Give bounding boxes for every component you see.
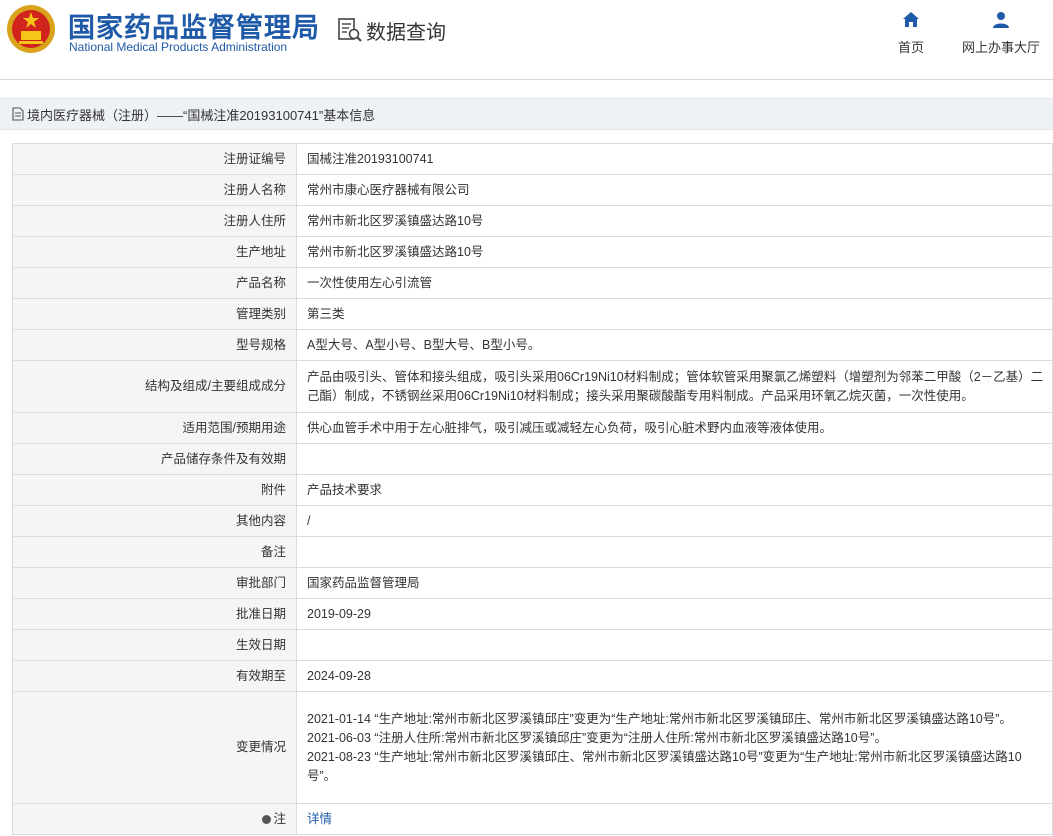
- nav-home-label: 首页: [898, 40, 925, 55]
- row-label: 结构及组成/主要组成成分: [12, 360, 297, 413]
- table-row: 产品储存条件及有效期: [12, 443, 1053, 475]
- note-label-cell: 注: [12, 803, 297, 835]
- row-value: 国械注准20193100741: [296, 143, 1053, 175]
- row-value: 国家药品监督管理局: [296, 567, 1053, 599]
- row-label: 注册人住所: [12, 205, 297, 237]
- row-value: 2019-09-29: [296, 598, 1053, 630]
- row-label: 备注: [12, 536, 297, 568]
- row-value: 产品技术要求: [296, 474, 1053, 506]
- row-value: [296, 443, 1053, 475]
- table-row: 其他内容 /: [12, 505, 1053, 537]
- table-row: 附件 产品技术要求: [12, 474, 1053, 506]
- table-row: 变更情况 2021-01-14 “生产地址:常州市新北区罗溪镇邱庄”变更为“生产…: [12, 691, 1053, 804]
- row-value: 常州市新北区罗溪镇盛达路10号: [296, 236, 1053, 268]
- nav-office-label: 网上办事大厅: [962, 40, 1041, 55]
- row-value: 常州市康心医疗器械有限公司: [296, 174, 1053, 206]
- dot-icon: [262, 814, 272, 824]
- nav-online-office[interactable]: 网上办事大厅: [962, 10, 1040, 56]
- row-value: 详情: [296, 803, 1053, 835]
- national-emblem-icon: [7, 5, 55, 53]
- change-history: 2021-01-14 “生产地址:常州市新北区罗溪镇邱庄”变更为“生产地址:常州…: [296, 691, 1053, 804]
- device-info-table: 注册证编号 国械注准20193100741 注册人名称 常州市康心医疗器械有限公司 …: [12, 143, 1053, 835]
- row-value: [296, 629, 1053, 661]
- row-label: 批准日期: [12, 598, 297, 630]
- site-header: 国家药品监督管理局 National Medical Products Admi…: [0, 0, 1053, 80]
- table-row: 有效期至 2024-09-28: [12, 660, 1053, 692]
- row-value: 产品由吸引头、管体和接头组成，吸引头采用06Cr19Ni10材料制成；管体软管采…: [296, 360, 1053, 413]
- row-value: A型大号、A型小号、B型大号、B型小号。: [296, 329, 1053, 361]
- row-label: 其他内容: [12, 505, 297, 537]
- section-title: 境内医疗器械（注册）——“国械注准20193100741”基本信息: [27, 107, 376, 123]
- user-icon: [993, 12, 1009, 28]
- table-row: 结构及组成/主要组成成分 产品由吸引头、管体和接头组成，吸引头采用06Cr19Ni…: [12, 360, 1053, 413]
- table-row: 注册人住所 常州市新北区罗溪镇盛达路10号: [12, 205, 1053, 237]
- row-value: 一次性使用左心引流管: [296, 267, 1053, 299]
- row-label: 变更情况: [12, 691, 297, 804]
- table-row: 生产地址 常州市新北区罗溪镇盛达路10号: [12, 236, 1053, 268]
- row-label: 附件: [12, 474, 297, 506]
- section-title-bar: 境内医疗器械（注册）——“国械注准20193100741”基本信息: [0, 98, 1053, 130]
- row-label: 审批部门: [12, 567, 297, 599]
- row-value: /: [296, 505, 1053, 537]
- change-item: 2021-06-03 “注册人住所:常州市新北区罗溪镇邱庄”变更为“注册人住所:…: [307, 730, 887, 745]
- data-query-link[interactable]: 数据查询: [336, 16, 446, 44]
- row-label: 产品储存条件及有效期: [12, 443, 297, 475]
- row-label: 生产地址: [12, 236, 297, 268]
- row-label: 适用范围/预期用途: [12, 412, 297, 444]
- row-value: 2024-09-28: [296, 660, 1053, 692]
- note-label: 注: [273, 811, 286, 826]
- row-value: 供心血管手术中用于左心脏排气，吸引减压或减轻左心负荷，吸引心脏术野内血液等液体使…: [296, 412, 1053, 444]
- row-label: 有效期至: [12, 660, 297, 692]
- row-label: 管理类别: [12, 298, 297, 330]
- table-row: 审批部门 国家药品监督管理局: [12, 567, 1053, 599]
- row-value: 常州市新北区罗溪镇盛达路10号: [296, 205, 1053, 237]
- table-row: 生效日期: [12, 629, 1053, 661]
- table-row: 注册人名称 常州市康心医疗器械有限公司: [12, 174, 1053, 206]
- data-query-label: 数据查询: [366, 21, 446, 44]
- row-label: 型号规格: [12, 329, 297, 361]
- row-value: [296, 536, 1053, 568]
- change-item: 2021-08-23 “生产地址:常州市新北区罗溪镇邱庄、常州市新北区罗溪镇盛达…: [307, 749, 1022, 783]
- table-row: 批准日期 2019-09-29: [12, 598, 1053, 630]
- table-row: 型号规格 A型大号、A型小号、B型大号、B型小号。: [12, 329, 1053, 361]
- table-row: 适用范围/预期用途 供心血管手术中用于左心脏排气，吸引减压或减轻左心负荷，吸引心脏…: [12, 412, 1053, 444]
- home-icon: [903, 12, 919, 27]
- document-icon: [12, 107, 24, 121]
- change-item: 2021-01-14 “生产地址:常州市新北区罗溪镇邱庄”变更为“生产地址:常州…: [307, 711, 1012, 726]
- row-label: 产品名称: [12, 267, 297, 299]
- brand-title-en: National Medical Products Administration: [69, 40, 288, 54]
- table-row: 管理类别 第三类: [12, 298, 1053, 330]
- row-label: 注册人名称: [12, 174, 297, 206]
- table-row: 注册证编号 国械注准20193100741: [12, 143, 1053, 175]
- table-row: 产品名称 一次性使用左心引流管: [12, 267, 1053, 299]
- table-row: 备注: [12, 536, 1053, 568]
- row-value: 第三类: [296, 298, 1053, 330]
- nav-home[interactable]: 首页: [898, 10, 924, 56]
- details-link[interactable]: 详情: [307, 812, 332, 826]
- table-row: 注 详情: [12, 803, 1053, 835]
- document-search-icon: [338, 18, 362, 42]
- row-label: 生效日期: [12, 629, 297, 661]
- row-label: 注册证编号: [12, 143, 297, 175]
